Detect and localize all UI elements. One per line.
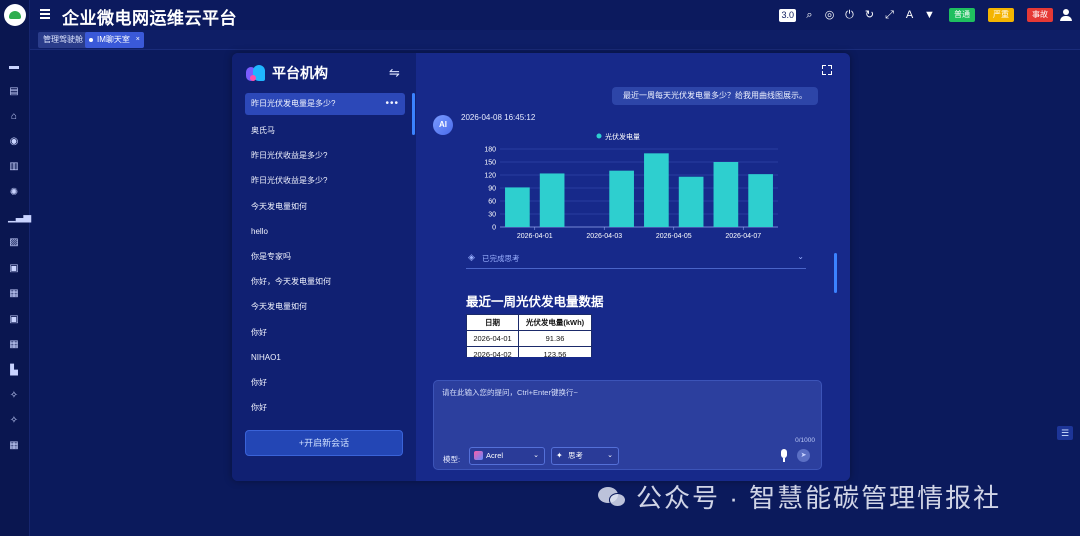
search-icon[interactable]: ⌕ [803, 9, 816, 22]
sparkle-icon: ✦ [556, 451, 563, 460]
bulb-icon[interactable]: ✧ [8, 391, 20, 401]
chat-icon[interactable]: ▣ [8, 264, 20, 274]
globe-icon[interactable]: ◉ [8, 137, 20, 147]
signal-icon[interactable]: ▁▃▅ [8, 213, 31, 223]
char-counter: 0/1000 [795, 437, 815, 444]
building-icon[interactable]: ▙ [8, 366, 20, 376]
model-label: 模型: [443, 455, 461, 464]
tab-dashboard[interactable]: 管理驾驶舱 [38, 32, 88, 48]
table-row: 2026-04-01 91.36 [466, 330, 592, 347]
expand-icon[interactable]: ⤢ [883, 9, 896, 22]
conversation-item[interactable]: 今天发电量如何 [245, 294, 405, 319]
home-icon[interactable]: ⌂ [8, 112, 20, 122]
app-title: 企业微电网运维云平台 [62, 9, 237, 28]
table-header: 日期 [466, 314, 519, 331]
server-icon[interactable]: ▦ [8, 340, 20, 350]
conversation-item[interactable]: 你好 [245, 320, 405, 345]
conversation-item[interactable]: 你好 [245, 370, 405, 395]
model-select[interactable]: Acrel ⌄ [469, 447, 545, 465]
chevron-down-icon: ⌄ [533, 452, 539, 459]
brand-name: 平台机构 [272, 65, 328, 81]
conversation-item[interactable]: 你好，今天发电量如何 [245, 269, 405, 294]
monitor-icon[interactable]: ▬ [8, 62, 20, 72]
image-icon[interactable]: ▨ [8, 238, 20, 248]
chat-input[interactable] [442, 387, 812, 427]
page-tabs: 管理驾驶舱 IM聊天室 × [30, 30, 1080, 50]
chevron-down-icon: ⌄ [607, 452, 613, 459]
user-icon[interactable] [1060, 9, 1072, 21]
refresh-icon[interactable]: ↻ [863, 9, 876, 22]
conversation-list: 昨日光伏发电量是多少? ••• 奥氏马 昨日光伏收益是多少? 昨日光伏收益是多少? 今天发… [245, 93, 405, 420]
conversation-item[interactable]: 昨日光伏发电量是多少? ••• [245, 93, 405, 115]
send-button[interactable]: ➤ [797, 449, 810, 462]
conversation-item[interactable]: 昨日光伏收益是多少? [245, 168, 405, 193]
alarm-accident-badge[interactable]: 事故 [1027, 8, 1053, 22]
data-table: 日期 光伏发电量(kWh) 2026-04-01 91.36 2026-04-0… [466, 314, 592, 357]
more-icon[interactable]: ••• [385, 93, 399, 115]
brand: 平台机构 [246, 63, 328, 83]
think-mode-select[interactable]: ✦ 思考 ⌄ [551, 447, 619, 465]
close-icon[interactable]: × [136, 32, 140, 48]
table-row: 2026-04-02 123.56 [466, 346, 592, 357]
tab-im-chat[interactable]: IM聊天室 × [85, 32, 144, 48]
top-header: 企业微电网运维云平台 3.0 ⌕ ◎ ⏻ ↻ ⤢ A ▼ 普通 严重 事故 [30, 0, 1080, 30]
version-badge[interactable]: 3.0 [779, 8, 796, 22]
conversation-item[interactable]: 你是专家吗 [245, 244, 405, 269]
model-logo-icon [474, 451, 483, 460]
grid-icon[interactable]: ▦ [8, 441, 20, 451]
header-toolbar: 3.0 ⌕ ◎ ⏻ ↻ ⤢ A ▼ 普通 严重 事故 [779, 6, 1080, 24]
new-chat-button[interactable]: +开启新会话 [245, 430, 403, 456]
table-cell: 91.36 [518, 330, 592, 347]
help-icon[interactable]: ◎ [823, 9, 836, 22]
wechat-icon [598, 485, 628, 509]
switch-icon[interactable]: ⇋ [389, 65, 400, 81]
microphone-icon[interactable] [780, 449, 788, 462]
conversation-item[interactable]: 今天发电量如何 [245, 194, 405, 219]
message-icon[interactable]: ▣ [8, 315, 20, 325]
conversation-sidebar: 平台机构 ⇋ 昨日光伏发电量是多少? ••• 奥氏马 昨日光伏收益是多少? 昨日光伏收益… [232, 53, 416, 481]
light-icon[interactable]: ✧ [8, 416, 20, 426]
bar-report-icon[interactable]: ▥ [8, 162, 20, 172]
nav-rail: ▬ ▤ ⌂ ◉ ▥ ✺ ▁▃▅ ▨ ▣ ▦ ▣ ▦ ▙ ✧ ✧ ▦ [0, 0, 31, 536]
alarm-normal-badge[interactable]: 普通 [949, 8, 975, 22]
watermark-text: 公众号 · 智慧能碳管理情报社 [636, 483, 1002, 513]
conversation-item[interactable]: 昨日光伏收益是多少? [245, 143, 405, 168]
chat-input-box: 0/1000 模型: Acrel ⌄ ✦ 思考 ⌄ ➤ [433, 380, 822, 470]
conversation-item[interactable]: 你好 [245, 395, 405, 420]
alarm-icon[interactable]: ✺ [8, 188, 20, 198]
settings-sliders-icon[interactable]: ☰ [1057, 426, 1073, 440]
alarm-serious-badge[interactable]: 严重 [988, 8, 1014, 22]
menu-icon[interactable] [40, 9, 50, 19]
table-clip: 日期 光伏发电量(kWh) 2026-04-01 91.36 2026-04-0… [416, 53, 850, 357]
brand-logo-icon [246, 63, 266, 83]
power-icon[interactable]: ⏻ [843, 9, 856, 22]
theme-icon[interactable]: ▼ [923, 9, 936, 22]
report-icon[interactable]: ▤ [8, 87, 20, 97]
chat-area: 最近一周每天光伏发电量多少？给我用曲线图展示。 AI 2026-04-08 16… [416, 53, 850, 481]
font-icon[interactable]: A [903, 9, 916, 22]
table-header-row: 日期 光伏发电量(kWh) [466, 314, 592, 331]
table-cell: 2026-04-02 [466, 346, 519, 357]
table-cell: 2026-04-01 [466, 330, 519, 347]
sidebar-scrollbar[interactable] [412, 93, 415, 135]
table-header: 光伏发电量(kWh) [518, 314, 592, 331]
chat-panel: 平台机构 ⇋ 昨日光伏发电量是多少? ••• 奥氏马 昨日光伏收益是多少? 昨日光伏收益… [232, 53, 850, 481]
table-cell: 123.56 [518, 346, 592, 357]
conversation-item[interactable]: hello [245, 219, 405, 244]
conversation-item[interactable]: 奥氏马 [245, 118, 405, 143]
watermark: 公众号 · 智慧能碳管理情报社 [598, 478, 1001, 515]
conversation-item[interactable]: NIHAO1 [245, 345, 405, 370]
device-icon[interactable]: ▦ [8, 289, 20, 299]
app-logo[interactable] [4, 4, 26, 26]
